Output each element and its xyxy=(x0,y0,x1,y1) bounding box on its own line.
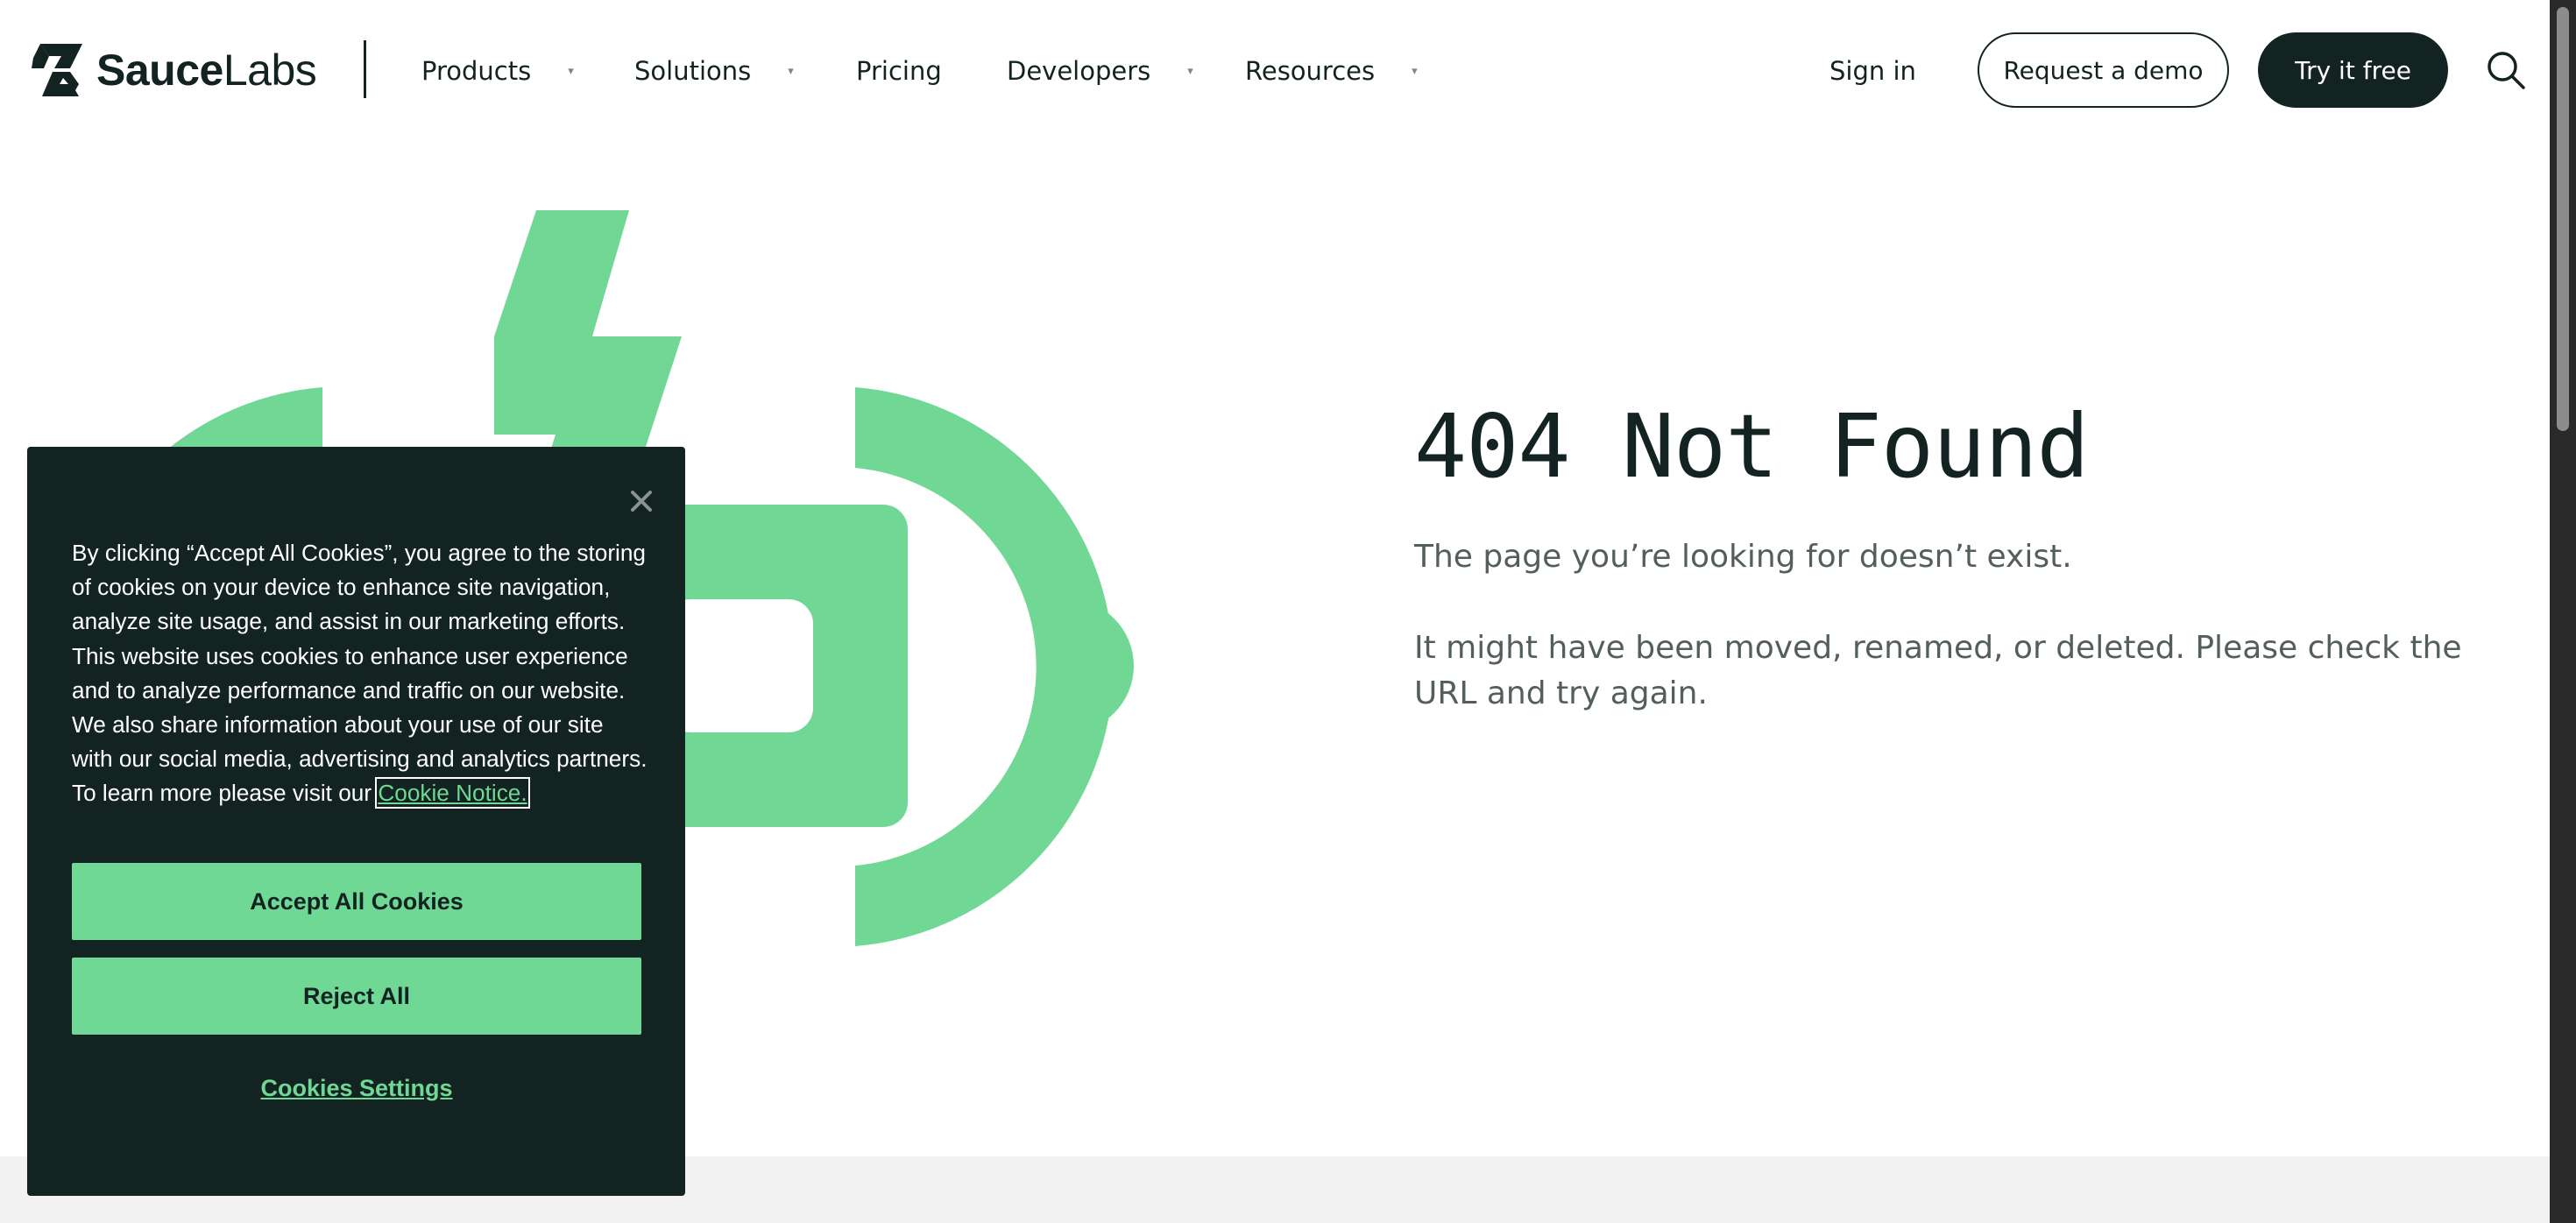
nav-solutions-label: Solutions xyxy=(634,56,752,86)
try-free-button[interactable]: Try it free xyxy=(2258,32,2448,108)
cookies-settings-link[interactable]: Cookies Settings xyxy=(72,1071,641,1106)
nav-products[interactable]: Products ▾ xyxy=(421,51,574,91)
site-header: SauceLabs Products ▾ Solutions ▾ Pricing… xyxy=(0,0,2550,142)
reject-all-button[interactable]: Reject All xyxy=(72,958,641,1035)
cookie-policy-text: By clicking “Accept All Cookies”, you ag… xyxy=(72,536,650,811)
request-demo-button[interactable]: Request a demo xyxy=(1978,32,2229,108)
page-scrollbar[interactable] xyxy=(2550,0,2576,1223)
header-divider xyxy=(364,40,366,98)
saucelabs-logo[interactable]: SauceLabs xyxy=(28,40,317,100)
not-found-content: 404 Not Found The page you’re looking fo… xyxy=(1414,394,2527,717)
close-icon xyxy=(631,491,652,512)
sign-in-link[interactable]: Sign in xyxy=(1829,51,1916,91)
page-title: 404 Not Found xyxy=(1414,395,2090,498)
nav-resources[interactable]: Resources ▾ xyxy=(1245,51,1418,91)
nav-products-label: Products xyxy=(421,56,532,86)
saucelabs-bolt-icon xyxy=(30,44,82,96)
chevron-down-icon: ▾ xyxy=(568,64,574,78)
search-icon xyxy=(2488,52,2525,89)
nav-developers[interactable]: Developers ▾ xyxy=(1007,51,1193,91)
cookie-close-button[interactable] xyxy=(624,484,659,519)
nav-developers-label: Developers xyxy=(1007,56,1151,86)
nav-resources-label: Resources xyxy=(1245,56,1376,86)
not-found-hint: It might have been moved, renamed, or de… xyxy=(1414,630,2462,711)
not-found-message: The page you’re looking for doesn’t exis… xyxy=(1414,539,2072,575)
nav-pricing[interactable]: Pricing xyxy=(856,51,942,91)
nav-pricing-label: Pricing xyxy=(856,56,942,86)
cookie-notice-link[interactable]: Cookie Notice. xyxy=(375,777,530,809)
scrollbar-thumb[interactable] xyxy=(2557,7,2569,431)
chevron-down-icon: ▾ xyxy=(1412,64,1418,78)
search-button[interactable] xyxy=(2485,49,2527,91)
accept-all-cookies-button[interactable]: Accept All Cookies xyxy=(72,863,641,940)
logo-wordmark: SauceLabs xyxy=(96,46,317,95)
cookie-policy-body: By clicking “Accept All Cookies”, you ag… xyxy=(72,540,648,807)
chevron-down-icon: ▾ xyxy=(1187,64,1193,78)
chevron-down-icon: ▾ xyxy=(788,64,794,78)
nav-solutions[interactable]: Solutions ▾ xyxy=(634,51,794,91)
